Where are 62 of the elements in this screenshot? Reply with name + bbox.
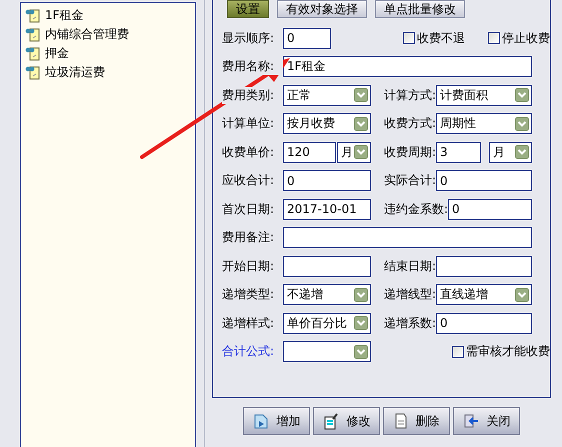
checkbox-label: 收费不退 — [417, 30, 465, 47]
exit-arrow-icon — [462, 413, 478, 429]
checkbox-label: 停止收费 — [502, 30, 550, 47]
chevron-icon[interactable] — [354, 116, 368, 131]
tab[interactable]: 有效对象选择 — [277, 0, 367, 18]
chevron-icon[interactable] — [515, 288, 529, 302]
input-field[interactable]: 0 — [448, 198, 532, 220]
unit-dropdown[interactable]: 月 — [337, 142, 371, 163]
chevron-icon[interactable] — [515, 145, 529, 160]
toolbar-button[interactable]: 关闭 — [453, 407, 520, 435]
chevron-icon[interactable] — [354, 344, 368, 359]
input-field[interactable]: 120 — [283, 142, 336, 163]
field-label: 计算方式: — [384, 86, 436, 104]
chevron-icon[interactable] — [354, 88, 368, 102]
notepad-pencil-icon — [322, 412, 338, 430]
dropdown[interactable]: 周期性 — [436, 113, 532, 134]
dropdown[interactable]: 不递增 — [283, 284, 371, 306]
checkbox[interactable] — [488, 32, 500, 44]
dropdown[interactable]: 按月收费 — [283, 113, 371, 134]
chevron-icon[interactable] — [354, 288, 368, 302]
field-label: 收费周期: — [384, 144, 436, 161]
dropdown[interactable]: 正常 — [283, 84, 371, 106]
document-icon — [394, 413, 408, 429]
input-field[interactable] — [283, 256, 371, 277]
document-icon — [25, 8, 42, 23]
checkbox[interactable] — [452, 346, 464, 358]
input-field[interactable]: 0 — [283, 28, 331, 49]
input-field[interactable] — [283, 227, 532, 248]
checkbox[interactable] — [403, 32, 415, 44]
toolbar-button[interactable]: 删除 — [383, 407, 450, 435]
input-field[interactable]: 1F租金 — [283, 56, 532, 78]
toolbar-button[interactable]: 增加 — [243, 407, 310, 435]
tree-item[interactable]: 1F租金 — [25, 6, 195, 25]
chevron-icon[interactable] — [515, 88, 529, 102]
tab[interactable]: 单点批量修改 — [375, 0, 465, 18]
dropdown[interactable]: 单价百分比 — [283, 312, 371, 334]
document-icon — [252, 413, 268, 429]
dropdown[interactable]: 计费面积 — [436, 84, 532, 106]
checkbox-label: 需审核才能收费 — [466, 343, 550, 360]
chevron-icon[interactable] — [354, 145, 368, 160]
document-icon — [25, 65, 42, 80]
dropdown[interactable]: 直线递增 — [436, 284, 532, 306]
input-field[interactable]: 2017-10-01 — [283, 198, 371, 220]
field-label: 费用名称: — [222, 58, 283, 76]
input-field[interactable] — [436, 256, 532, 277]
tree-item[interactable]: 内铺综合管理费 — [25, 25, 195, 44]
document-icon — [25, 27, 42, 42]
tree-item[interactable]: 押金 — [25, 44, 195, 63]
toolbar-button[interactable]: 修改 — [313, 407, 380, 435]
tree-item[interactable]: 垃圾清运费 — [25, 63, 195, 82]
input-field[interactable]: 0 — [436, 170, 532, 192]
tab[interactable]: 设置 — [227, 0, 269, 18]
input-field[interactable]: 3 — [436, 142, 481, 163]
chevron-icon[interactable] — [354, 316, 368, 330]
input-field[interactable]: 0 — [436, 312, 532, 334]
field-label: 违约金系数: — [384, 200, 448, 218]
dropdown[interactable] — [283, 341, 371, 362]
chevron-icon[interactable] — [515, 116, 529, 131]
input-field[interactable]: 0 — [283, 170, 371, 192]
document-icon — [25, 46, 42, 61]
unit-dropdown[interactable]: 月 — [489, 142, 532, 163]
field-label: 递增系数: — [384, 314, 436, 332]
